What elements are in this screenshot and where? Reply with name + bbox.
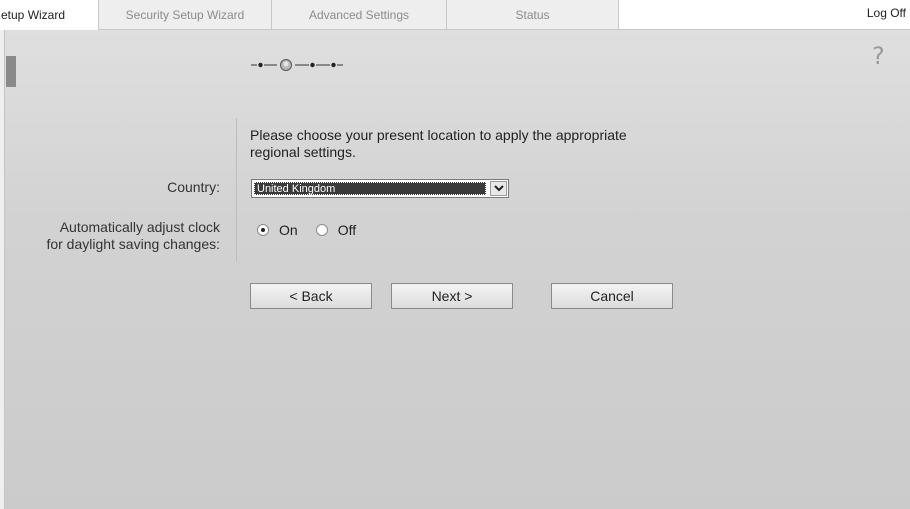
country-select[interactable]: United Kingdom bbox=[251, 179, 509, 198]
progress-step-dot bbox=[258, 62, 263, 68]
cancel-button[interactable]: Cancel bbox=[551, 283, 673, 309]
back-button[interactable]: < Back bbox=[250, 283, 372, 309]
dst-radio-group: On Off bbox=[257, 221, 374, 239]
dst-on-label[interactable]: On bbox=[279, 222, 298, 238]
wizard-content bbox=[5, 30, 910, 509]
next-button[interactable]: Next > bbox=[391, 283, 513, 309]
log-off-link[interactable]: Log Off bbox=[867, 6, 906, 20]
question-mark-icon[interactable]: ? bbox=[872, 42, 885, 70]
country-select-value: United Kingdom bbox=[254, 182, 486, 195]
wizard-progress-indicator bbox=[251, 58, 381, 72]
tab-bar: etup Wizard Security Setup Wizard Advanc… bbox=[0, 0, 910, 30]
progress-current-step-icon bbox=[280, 59, 292, 71]
country-label: Country: bbox=[167, 179, 220, 195]
dst-off-radio[interactable] bbox=[315, 224, 328, 236]
tab-label: Advanced Settings bbox=[308, 7, 410, 22]
tab-label: Status bbox=[515, 7, 550, 22]
form-divider bbox=[236, 118, 237, 261]
dst-label-line1: Automatically adjust clock bbox=[59, 219, 220, 235]
dst-label-line2: for daylight saving changes: bbox=[46, 236, 220, 252]
tab-label: Security Setup Wizard bbox=[125, 7, 245, 22]
dst-on-radio[interactable] bbox=[257, 224, 269, 236]
tab-status[interactable]: Status bbox=[447, 0, 619, 30]
tab-label: etup Wizard bbox=[1, 8, 66, 22]
dst-off-label[interactable]: Off bbox=[338, 222, 356, 238]
instruction-text: Please choose your present location to a… bbox=[250, 127, 627, 160]
tab-setup-wizard[interactable]: etup Wizard bbox=[0, 0, 99, 30]
progress-step-dot bbox=[310, 62, 315, 68]
left-step-marker bbox=[6, 56, 16, 87]
dst-label: Automatically adjust clock for daylight … bbox=[8, 219, 220, 253]
tab-advanced-settings[interactable]: Advanced Settings bbox=[272, 0, 447, 30]
tab-security-setup-wizard[interactable]: Security Setup Wizard bbox=[99, 0, 272, 30]
progress-step-dot bbox=[331, 62, 336, 68]
chevron-down-icon[interactable] bbox=[490, 181, 507, 196]
